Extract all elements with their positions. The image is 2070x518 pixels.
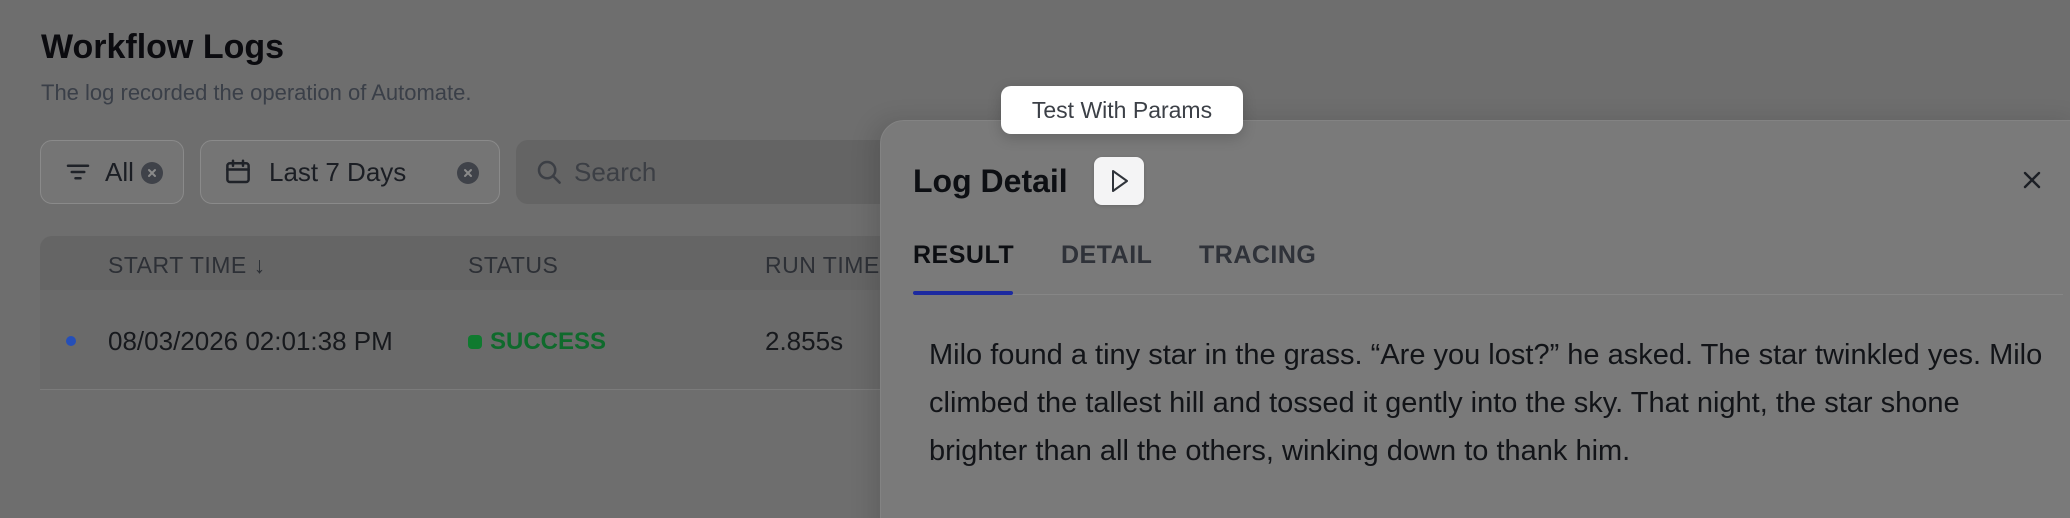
result-output: Milo found a tiny star in the grass. “Ar… [929, 339, 2043, 467]
play-icon [1112, 170, 1128, 192]
test-with-params-button[interactable] [1094, 157, 1144, 205]
log-detail-drawer: Log Detail RESULT DETAIL TRACING Milo fo… [880, 120, 2070, 518]
success-indicator [468, 335, 482, 349]
date-range-chip[interactable]: Last 7 Days [200, 140, 500, 204]
search-input[interactable]: Search [516, 140, 936, 204]
test-with-params-tooltip: Test With Params [1001, 86, 1243, 134]
clear-status-filter-icon[interactable] [141, 162, 163, 184]
date-range-value: Last 7 Days [269, 156, 407, 187]
clear-date-range-icon[interactable] [457, 162, 479, 184]
calendar-icon [223, 157, 253, 187]
status-filter-value: All [105, 156, 134, 187]
status-badge: SUCCESS [468, 328, 606, 356]
unread-dot [66, 336, 76, 346]
drawer-title: Log Detail [913, 163, 1068, 199]
active-tab-indicator [913, 291, 1013, 295]
run-time-cell: 2.855s [765, 326, 844, 356]
search-placeholder: Search [574, 156, 657, 187]
column-status: STATUS [468, 252, 559, 278]
tab-result[interactable]: RESULT [913, 241, 1014, 270]
start-time-cell: 08/03/2026 02:01:38 PM [108, 326, 393, 356]
status-label: SUCCESS [490, 328, 607, 355]
close-button[interactable] [2017, 165, 2047, 195]
tab-detail[interactable]: DETAIL [1061, 241, 1152, 270]
search-icon [537, 160, 561, 184]
close-icon [2023, 171, 2041, 189]
column-start-time[interactable]: START TIME ↓ [108, 252, 266, 279]
column-run-time: RUN TIME [765, 252, 880, 278]
status-filter-chip[interactable]: All [40, 140, 184, 204]
tab-tracing[interactable]: TRACING [1199, 241, 1316, 270]
filter-icon [63, 157, 93, 187]
page-subtitle: The log recorded the operation of Automa… [41, 80, 472, 105]
page-title: Workflow Logs [41, 28, 285, 66]
